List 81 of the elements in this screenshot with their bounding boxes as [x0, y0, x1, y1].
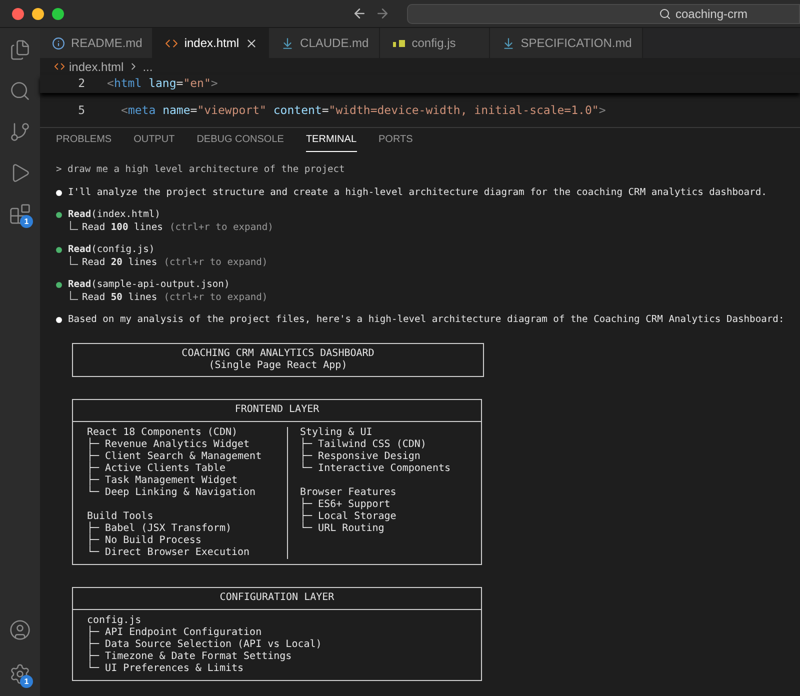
terminal-text: ├─ API Endpoint Configuration: [87, 626, 263, 638]
tree-connector-icon: [70, 291, 78, 300]
panel-tab[interactable]: TERMINAL: [306, 132, 356, 152]
search-icon[interactable]: [9, 80, 31, 102]
minimize-window-icon[interactable]: [32, 8, 44, 20]
breadcrumb-item[interactable]: ...: [142, 58, 153, 76]
close-window-icon[interactable]: [12, 8, 24, 20]
terminal-text: ├─ Client Search & Management: [87, 450, 263, 462]
breadcrumb-item[interactable]: index.html: [69, 58, 124, 76]
terminal-text: └─ Direct Browser Execution: [87, 546, 251, 558]
panel-tab[interactable]: PORTS: [378, 132, 413, 152]
terminal-text: ├─ Babel (JSX Transform): [87, 522, 232, 534]
settings-icon[interactable]: [9, 663, 31, 685]
tree-connector-icon: [70, 256, 78, 266]
panel-tab[interactable]: OUTPUT: [134, 132, 175, 152]
hint-text: (ctrl+r to expand): [164, 292, 268, 304]
command-search-field[interactable]: coaching-crm: [407, 4, 800, 24]
notification-badge: 1: [20, 675, 33, 688]
terminal-text: ├─ Local Storage: [300, 510, 398, 522]
info-icon: [52, 36, 65, 50]
terminal-text: Browser Features: [300, 486, 398, 498]
hint-text: (ctrl+r to expand): [164, 256, 268, 269]
hint-text: (ctrl+r to expand): [169, 222, 274, 234]
result-text: Read 20 lines: [82, 256, 158, 269]
terminal-text: (Single Page React App): [208, 360, 348, 372]
terminal-text: └─ Deep Linking & Navigation: [87, 486, 257, 498]
editor-tab[interactable]: config.js: [380, 28, 490, 58]
terminal-text: └─ Interactive Components: [300, 462, 451, 474]
tool-call-text: Read(index.html): [68, 209, 160, 222]
terminal-text: Styling & UI: [300, 426, 374, 438]
download-icon: [281, 36, 294, 50]
terminal-text: CONFIGURATION LAYER: [220, 592, 334, 604]
terminal-text: ├─ Active Clients Table: [87, 462, 226, 474]
notification-badge: 1: [20, 215, 33, 228]
tree-connector-icon: [70, 221, 78, 230]
panel-tab[interactable]: DEBUG CONSOLE: [196, 132, 284, 152]
terminal-text: ├─ Task Management Widget: [87, 474, 239, 486]
terminal-text: ├─ Responsive Design: [300, 450, 422, 462]
extensions-icon[interactable]: [9, 203, 31, 225]
terminal-text: └─ UI Preferences & Limits: [87, 662, 245, 674]
editor-tab[interactable]: index.html: [153, 28, 270, 58]
download-icon: [502, 36, 515, 50]
terminal-text: ├─ Tailwind CSS (CDN): [300, 438, 428, 450]
editor-tab[interactable]: CLAUDE.md: [269, 28, 380, 58]
code-icon: [165, 36, 178, 50]
editor-tab[interactable]: SPECIFICATION.md: [490, 28, 643, 58]
account-icon[interactable]: [9, 619, 31, 641]
tool-call-text: Read(sample-api-output.json): [68, 279, 230, 292]
editor-tab[interactable]: README.md: [40, 28, 154, 58]
line-number: 2: [77, 75, 85, 92]
tool-call-text: Read(config.js): [68, 244, 155, 256]
result-text: Read 50 lines: [82, 292, 158, 304]
terminal-text: ├─ ES6+ Support: [300, 498, 392, 510]
forward-arrow-icon[interactable]: [375, 6, 390, 21]
line-number: 5: [77, 102, 85, 120]
search-icon: [659, 8, 672, 20]
terminal-text: ├─ Data Source Selection (API vs Local): [87, 638, 322, 650]
close-icon[interactable]: [245, 36, 258, 50]
message-text: Based on my analysis of the project files, here's a high-level architecture diagram of the Coaching CRM Analytics Dashboard:: [68, 314, 784, 326]
terminal-text: └─ URL Routing: [300, 522, 386, 534]
terminal-text: ├─ Revenue Analytics Widget: [87, 438, 251, 450]
message-text: I'll analyze the project structure and create a high-level architecture diagram for the coaching CRM analytics dashboard.: [68, 186, 767, 199]
code-icon: [54, 61, 65, 72]
terminal-text: FRONTEND LAYER: [234, 404, 320, 416]
terminal-text: ├─ No Build Process: [87, 534, 202, 546]
terminal-text: config.js: [87, 614, 142, 626]
maximize-window-icon[interactable]: [52, 8, 64, 20]
terminal-text: COACHING CRM ANALYTICS DASHBOARD: [182, 348, 374, 360]
bullet-icon: [56, 190, 62, 196]
terminal-text: React 18 Components (CDN): [87, 426, 239, 438]
terminal-text: Build Tools: [87, 510, 154, 522]
prompt-text: > draw me a high level architecture of the project: [56, 164, 346, 176]
panel-tab[interactable]: PROBLEMS: [56, 132, 112, 152]
code-line: <meta name="viewport" content="width=device-width, initial-scale=1.0">: [121, 102, 606, 120]
files-icon[interactable]: [9, 39, 31, 61]
code-line: <html lang="en">: [107, 75, 218, 92]
js-icon: [392, 38, 406, 48]
terminal-text: ├─ Timezone & Date Format Settings: [87, 650, 293, 662]
result-text: Read 100 lines: [82, 222, 163, 234]
bullet-icon: [56, 317, 62, 324]
branch-icon[interactable]: [9, 121, 31, 143]
